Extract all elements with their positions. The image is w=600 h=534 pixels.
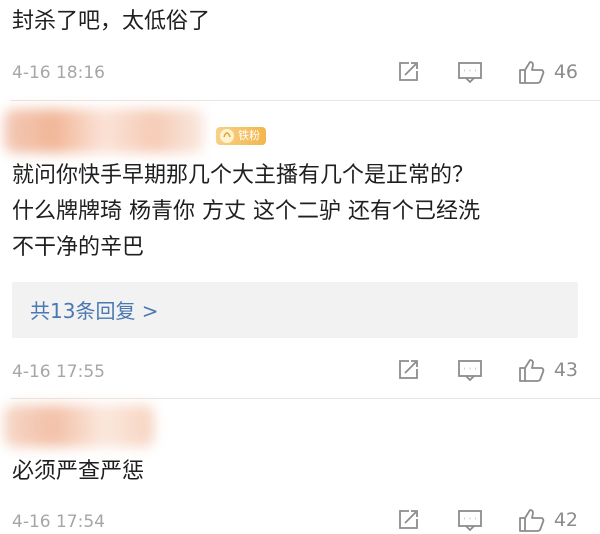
repost-button[interactable] xyxy=(394,506,422,534)
badge-label: 铁粉 xyxy=(238,129,260,142)
comment-timestamp: 4-16 17:55 xyxy=(12,362,105,382)
comment-text: 就问你快手早期那几个大主播有几个是正常的？ 什么牌牌琦 杨青你 方丈 这个二驴 … xyxy=(12,163,480,260)
like-count: 46 xyxy=(553,61,578,83)
repost-icon xyxy=(398,510,418,529)
like-button[interactable]: 42 xyxy=(518,507,578,533)
view-replies-link[interactable]: 共13条回复 > xyxy=(30,295,159,324)
comment-actions: 42 xyxy=(360,506,578,534)
thumbs-up-icon xyxy=(518,359,545,382)
blurred-avatar xyxy=(4,405,154,447)
repost-button[interactable] xyxy=(394,356,422,384)
fan-badge: 铁粉 xyxy=(216,127,266,145)
repost-icon xyxy=(398,360,418,379)
comment-actions: 46 xyxy=(360,58,578,86)
blurred-avatar xyxy=(4,109,204,153)
comment-icon xyxy=(457,510,482,532)
comment-icon xyxy=(457,62,482,84)
repost-icon xyxy=(398,62,418,81)
badge-icon xyxy=(220,129,234,143)
comment-actions: 43 xyxy=(360,356,578,384)
like-button[interactable]: 43 xyxy=(518,357,578,383)
repost-button[interactable] xyxy=(394,58,422,86)
comment-text: 必须严查严惩 xyxy=(12,459,145,484)
reply-button[interactable] xyxy=(456,506,484,534)
comment-item: 铁粉 就问你快手早期那几个大主播有几个是正常的？ 什么牌牌琦 杨青你 方丈 这个… xyxy=(0,101,600,398)
thumbs-up-icon xyxy=(518,61,545,84)
replies-box[interactable]: 共13条回复 > xyxy=(12,282,578,338)
reply-button[interactable] xyxy=(456,356,484,384)
comment-item: 封杀了吧，太低俗了 4-16 18:16 46 xyxy=(0,0,600,100)
comment-text: 封杀了吧，太低俗了 xyxy=(12,9,211,34)
reply-button[interactable] xyxy=(456,58,484,86)
like-count: 42 xyxy=(553,509,578,531)
like-count: 43 xyxy=(553,359,578,381)
comment-timestamp: 4-16 17:54 xyxy=(12,512,105,532)
thumbs-up-icon xyxy=(518,509,545,532)
like-button[interactable]: 46 xyxy=(518,59,578,85)
comment-timestamp: 4-16 18:16 xyxy=(12,63,105,83)
comment-icon xyxy=(457,360,482,382)
comment-item: 必须严查严惩 4-16 17:54 42 xyxy=(0,399,600,534)
